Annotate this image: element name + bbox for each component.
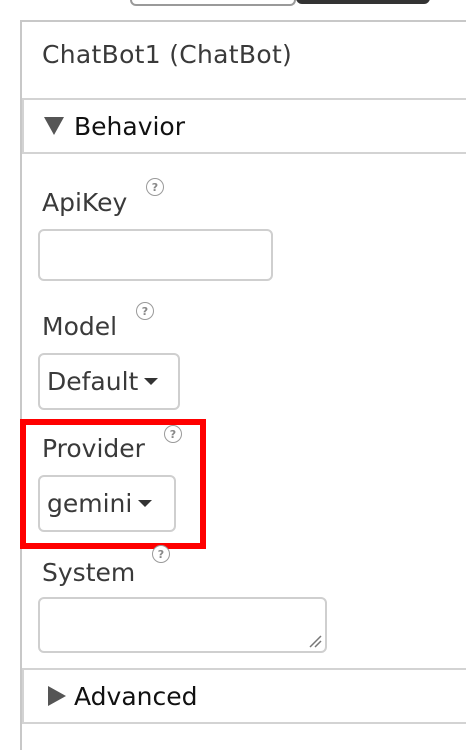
provider-help-icon[interactable]: ? bbox=[164, 425, 182, 443]
toolbar-button-right[interactable] bbox=[296, 0, 430, 4]
panel-top-divider bbox=[22, 20, 466, 22]
system-help-icon[interactable]: ? bbox=[152, 545, 170, 563]
apikey-help-icon[interactable]: ? bbox=[146, 178, 164, 196]
section-label-advanced: Advanced bbox=[74, 681, 198, 711]
model-help-icon[interactable]: ? bbox=[136, 302, 154, 320]
system-label: System bbox=[42, 558, 136, 587]
resize-grip-icon[interactable] bbox=[308, 634, 322, 648]
apikey-input[interactable] bbox=[38, 229, 273, 281]
triangle-right-icon bbox=[48, 686, 66, 706]
section-header-advanced[interactable]: Advanced bbox=[22, 668, 466, 724]
model-dropdown[interactable]: Default bbox=[38, 353, 180, 410]
caret-down-icon bbox=[138, 500, 153, 507]
component-title: ChatBot1 (ChatBot) bbox=[42, 40, 293, 69]
triangle-down-icon bbox=[44, 117, 64, 135]
apikey-label: ApiKey bbox=[42, 188, 128, 217]
provider-label: Provider bbox=[42, 434, 145, 463]
provider-dropdown-value: gemini bbox=[47, 489, 133, 518]
model-label: Model bbox=[42, 312, 118, 341]
system-textarea[interactable] bbox=[38, 597, 327, 653]
toolbar-button-left[interactable] bbox=[130, 0, 296, 6]
caret-down-icon bbox=[144, 378, 159, 385]
section-label-behavior: Behavior bbox=[74, 111, 186, 141]
provider-dropdown[interactable]: gemini bbox=[38, 475, 176, 532]
model-dropdown-value: Default bbox=[47, 367, 139, 396]
section-header-behavior[interactable]: Behavior bbox=[22, 98, 466, 154]
